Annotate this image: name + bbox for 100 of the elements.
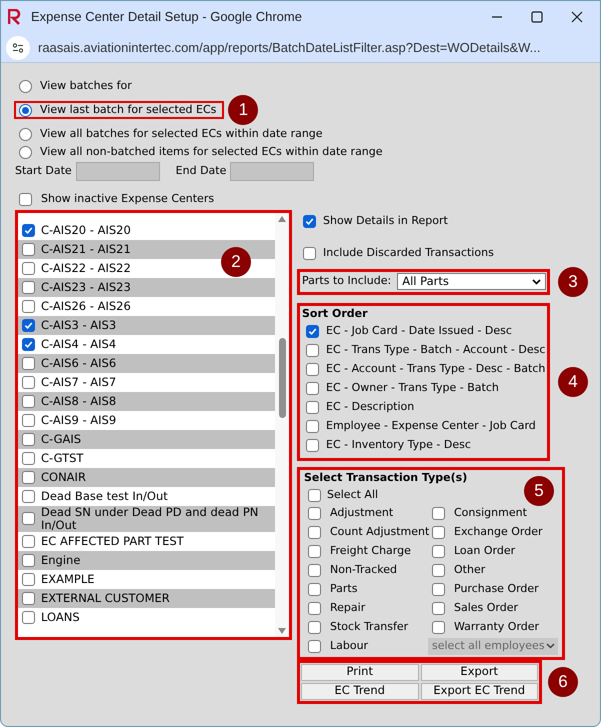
checkbox[interactable] [432,526,445,538]
chevron-down-icon [546,643,555,649]
checkbox[interactable] [22,414,35,426]
close-icon[interactable] [571,11,583,23]
checkbox[interactable] [22,338,35,350]
checkbox-label: Loan Order [454,542,516,559]
checkbox[interactable] [306,325,319,338]
checkbox[interactable] [308,488,321,502]
radio-button[interactable] [19,146,32,158]
checkbox[interactable] [308,582,321,596]
checkbox[interactable] [22,394,35,408]
checkbox[interactable] [22,554,35,566]
checkbox[interactable] [303,215,316,228]
action-button[interactable]: EC Trend [301,682,418,700]
checkbox[interactable] [308,526,321,538]
checkbox[interactable] [306,382,319,395]
parts-dropdown[interactable]: All Parts [397,273,546,290]
checkbox[interactable] [22,300,35,312]
radio-button[interactable] [19,128,32,140]
action-button[interactable]: Export EC Trend [420,682,538,700]
checkbox[interactable] [22,452,35,464]
checkbox[interactable] [308,506,321,520]
checkbox[interactable] [22,592,35,604]
checkbox[interactable] [306,363,319,376]
checkbox[interactable] [19,192,32,206]
chevron-down-icon [532,278,542,284]
checkbox[interactable] [432,602,445,614]
radio-label: View last batch for selected ECs [40,102,216,118]
checkbox[interactable] [308,564,321,576]
checkbox[interactable] [22,376,35,388]
site-settings-icon[interactable] [6,36,30,60]
checkbox[interactable] [432,620,445,634]
start-date-field[interactable] [76,162,160,181]
checkbox[interactable] [22,610,35,624]
expense-center-label: Dead Base test In/Out [41,490,168,502]
radio-label: View all batches for selected ECs within date range [40,126,323,142]
checkbox[interactable] [432,582,445,596]
checkbox-label: Select All [327,486,378,503]
checkbox-label: Show Details in Report [323,213,448,230]
scroll-up-icon[interactable] [278,216,286,222]
checkbox[interactable] [22,224,35,236]
checkbox-label: EC - Inventory Type - Desc [326,437,471,454]
action-button[interactable]: Export [420,664,538,680]
callout-number: 5 [524,476,554,506]
checkbox[interactable] [22,572,35,586]
expense-center-label: C-AIS26 - AIS26 [41,300,131,312]
action-button[interactable]: Print [301,664,418,680]
checkbox[interactable] [432,506,445,520]
callout-number: 3 [558,266,588,296]
expense-center-label: C-GTST [41,452,84,464]
expense-center-label: Dead SN under Dead PD and dead PN In/Out [41,506,260,532]
checkbox[interactable] [306,344,319,357]
checkbox[interactable] [22,490,35,502]
callout-number: 4 [558,366,588,397]
check-icon [24,320,33,330]
checkbox-label: Exchange Order [454,524,543,540]
checkbox[interactable] [22,534,35,548]
checkbox[interactable] [22,356,35,370]
end-date-field[interactable] [230,162,314,181]
check-icon [308,327,317,336]
url-text[interactable]: raasais.aviationintertec.com/app/reports/BatchDateListFilter.asp?Dest=WODetails&W... [38,38,541,58]
check-icon [24,226,33,234]
checkbox-label: Include Discarded Transactions [323,245,494,262]
expense-center-label: C-AIS23 - AIS23 [41,280,131,294]
radio-button[interactable] [19,80,32,92]
checkbox-label: EC - Account - Trans Type - Desc - Batch [326,361,546,378]
expense-center-label: EXAMPLE [41,572,95,586]
checkbox[interactable] [432,564,445,576]
radio-button[interactable] [19,104,32,116]
checkbox-label: Employee - Expense Center - Job Card [326,418,536,434]
checkbox[interactable] [22,512,35,525]
checkbox-label: Parts [330,580,358,597]
checkbox[interactable] [306,420,319,433]
expense-center-label: EC AFFECTED PART TEST [41,534,184,548]
expense-center-label: C-AIS4 - AIS4 [41,338,116,350]
scrollbar[interactable] [275,212,289,636]
checkbox[interactable] [22,262,35,274]
callout-number: 6 [548,666,578,696]
checkbox[interactable] [306,401,319,414]
checkbox[interactable] [432,544,445,558]
maximize-icon[interactable] [531,11,543,23]
logo-icon [8,9,21,25]
expense-center-label: C-AIS3 - AIS3 [41,318,116,332]
expense-center-label: C-AIS8 - AIS8 [41,394,116,408]
checkbox[interactable] [22,432,35,446]
checkbox[interactable] [308,640,321,652]
radio-label: View batches for [40,78,132,94]
checkbox[interactable] [22,242,35,256]
expense-center-label: C-AIS22 - AIS22 [41,262,131,274]
checkbox[interactable] [308,602,321,614]
checkbox[interactable] [306,439,319,452]
checkbox[interactable] [308,620,321,634]
checkbox[interactable] [22,318,35,332]
checkbox[interactable] [22,280,35,294]
expense-center-label: C-AIS20 - AIS20 [41,224,131,236]
checkbox[interactable] [308,544,321,558]
checkbox[interactable] [22,470,35,484]
checkbox[interactable] [303,247,316,260]
window-title: Expense Center Detail Setup - Google Chrome [31,8,302,26]
scroll-down-icon[interactable] [278,628,286,634]
